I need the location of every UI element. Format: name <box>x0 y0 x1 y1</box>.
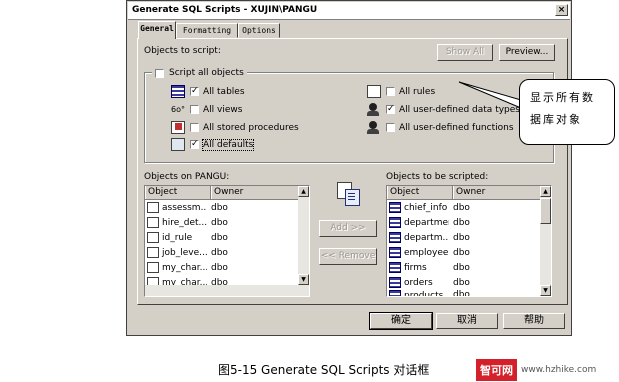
default-icon <box>171 138 185 151</box>
stored-procedure-icon <box>147 247 159 258</box>
scroll-down-arrow-icon[interactable]: ▼ <box>540 285 551 296</box>
all-views-checkbox[interactable] <box>190 105 199 114</box>
stored-procedure-icon <box>171 121 185 134</box>
objects-to-script-label: Objects to script: <box>144 46 221 56</box>
all-tables-checkbox[interactable]: ✓ <box>190 87 199 96</box>
list-item[interactable]: products dbo <box>387 290 551 296</box>
figure-caption: 图5-15 Generate SQL Scripts 对话框 <box>218 363 430 377</box>
add-button[interactable]: Add >> <box>319 220 377 237</box>
cancel-button[interactable]: 取消 <box>436 313 498 329</box>
window-title: Generate SQL Scripts - XUJIN\PANGU <box>132 5 318 15</box>
watermark-brand: 智可网 <box>476 358 517 381</box>
glasses-icon: 6o° <box>171 105 185 114</box>
object-column-header[interactable]: Object <box>387 186 453 199</box>
title-bar[interactable]: Generate SQL Scripts - XUJIN\PANGU × <box>128 2 570 20</box>
rule-icon <box>367 85 381 98</box>
object-column-header[interactable]: Object <box>145 186 211 199</box>
all-stored-procedures-label: All stored procedures <box>203 122 299 133</box>
all-user-defined-functions-checkbox[interactable] <box>386 123 395 132</box>
list-item[interactable]: departm... dbo <box>387 230 551 245</box>
all-views-option[interactable]: 6o° All views <box>171 103 242 116</box>
objects-to-be-scripted-label: Objects to be scripted: <box>386 172 489 182</box>
all-rules-label: All rules <box>399 86 436 97</box>
table-icon <box>389 202 401 213</box>
objects-to-be-scripted-list[interactable]: Object Owner chief_infodbo departmentdbo… <box>386 185 552 297</box>
procedure-gear-icon <box>175 123 182 130</box>
table-icon <box>171 85 185 98</box>
script-all-objects-label: Script all objects <box>169 68 244 78</box>
callout-pointer <box>458 81 522 109</box>
owner-column-header[interactable]: Owner <box>453 186 541 199</box>
all-stored-procedures-option[interactable]: All stored procedures <box>171 121 299 134</box>
all-user-defined-functions-option[interactable]: All user-defined functions <box>367 121 514 134</box>
all-rules-option[interactable]: All rules <box>367 85 435 98</box>
all-tables-option[interactable]: ✓ All tables <box>171 85 245 98</box>
left-list-scrollbar[interactable]: ▲ ▼ <box>298 186 309 296</box>
tab-formatting[interactable]: Formatting <box>176 23 238 38</box>
annotation-callout: 显示所有数 据库对象 <box>519 79 615 145</box>
table-icon <box>389 262 401 273</box>
scroll-up-arrow-icon[interactable]: ▲ <box>298 186 309 197</box>
close-button[interactable]: × <box>555 4 568 16</box>
all-user-defined-data-types-checkbox[interactable]: ✓ <box>386 105 395 114</box>
ok-button[interactable]: 确定 <box>369 312 433 330</box>
list-item[interactable]: departmentdbo <box>387 215 551 230</box>
tab-options[interactable]: Options <box>238 23 280 38</box>
remove-button[interactable]: << Remove <box>319 248 377 265</box>
scroll-thumb[interactable] <box>540 198 551 224</box>
objects-on-server-list[interactable]: Object Owner assessm... dbo hire_det... db… <box>144 185 310 297</box>
all-stored-procedures-checkbox[interactable] <box>190 123 199 132</box>
table-icon <box>389 217 401 228</box>
right-list-header: Object Owner <box>387 186 551 200</box>
list-item[interactable]: my_char... dbo <box>145 260 309 275</box>
script-all-objects-checkbox[interactable] <box>155 68 164 78</box>
watermark-url: www.hzhike.com <box>521 364 597 375</box>
objects-on-label: Objects on PANGU: <box>144 172 230 182</box>
list-item[interactable]: job_leve... dbo <box>145 245 309 260</box>
list-item[interactable]: chief_info dbo <box>387 200 551 215</box>
all-views-label: All views <box>203 104 243 115</box>
rule-icon <box>147 232 159 243</box>
scroll-up-arrow-icon[interactable]: ▲ <box>540 186 551 197</box>
list-item[interactable]: assessm... dbo <box>145 200 309 215</box>
preview-button[interactable]: Preview... <box>499 44 555 61</box>
stored-procedure-icon <box>147 202 159 213</box>
left-list-horizontal-scrollbar[interactable] <box>145 285 298 296</box>
user-function-icon <box>367 121 381 134</box>
callout-line-1: 显示所有数 <box>530 91 595 104</box>
all-tables-label: All tables <box>203 86 245 97</box>
script-objects-icon <box>335 180 361 208</box>
all-defaults-label: All defaults <box>201 138 255 151</box>
scroll-down-arrow-icon[interactable]: ▼ <box>298 274 309 285</box>
stored-procedure-icon <box>147 262 159 273</box>
owner-column-header[interactable]: Owner <box>211 186 299 199</box>
watermark-logo: 智可网 www.hzhike.com <box>476 357 619 382</box>
list-item[interactable]: employee dbo <box>387 245 551 260</box>
list-item[interactable]: hire_det... dbo <box>145 215 309 230</box>
all-user-defined-functions-label: All user-defined functions <box>399 122 514 133</box>
right-list-scrollbar[interactable]: ▲ ▼ <box>540 186 551 296</box>
stored-procedure-icon <box>147 217 159 228</box>
all-defaults-option[interactable]: ✓ All defaults <box>171 138 255 151</box>
table-icon <box>389 247 401 258</box>
table-icon <box>389 232 401 243</box>
callout-line-2: 据库对象 <box>530 113 582 126</box>
help-button[interactable]: 帮助 <box>503 313 565 329</box>
list-item[interactable]: id_rule dbo <box>145 230 309 245</box>
table-icon <box>389 277 401 288</box>
table-icon <box>389 290 401 296</box>
left-list-header: Object Owner <box>145 186 309 200</box>
tab-general[interactable]: General <box>138 21 176 39</box>
all-rules-checkbox[interactable] <box>386 87 395 96</box>
list-item[interactable]: orders dbo <box>387 275 551 290</box>
script-all-objects-option[interactable]: Script all objects <box>152 68 247 78</box>
all-defaults-checkbox[interactable]: ✓ <box>190 140 199 149</box>
user-data-type-icon <box>367 103 381 116</box>
show-all-button[interactable]: Show All <box>437 44 493 61</box>
list-item[interactable]: firms dbo <box>387 260 551 275</box>
